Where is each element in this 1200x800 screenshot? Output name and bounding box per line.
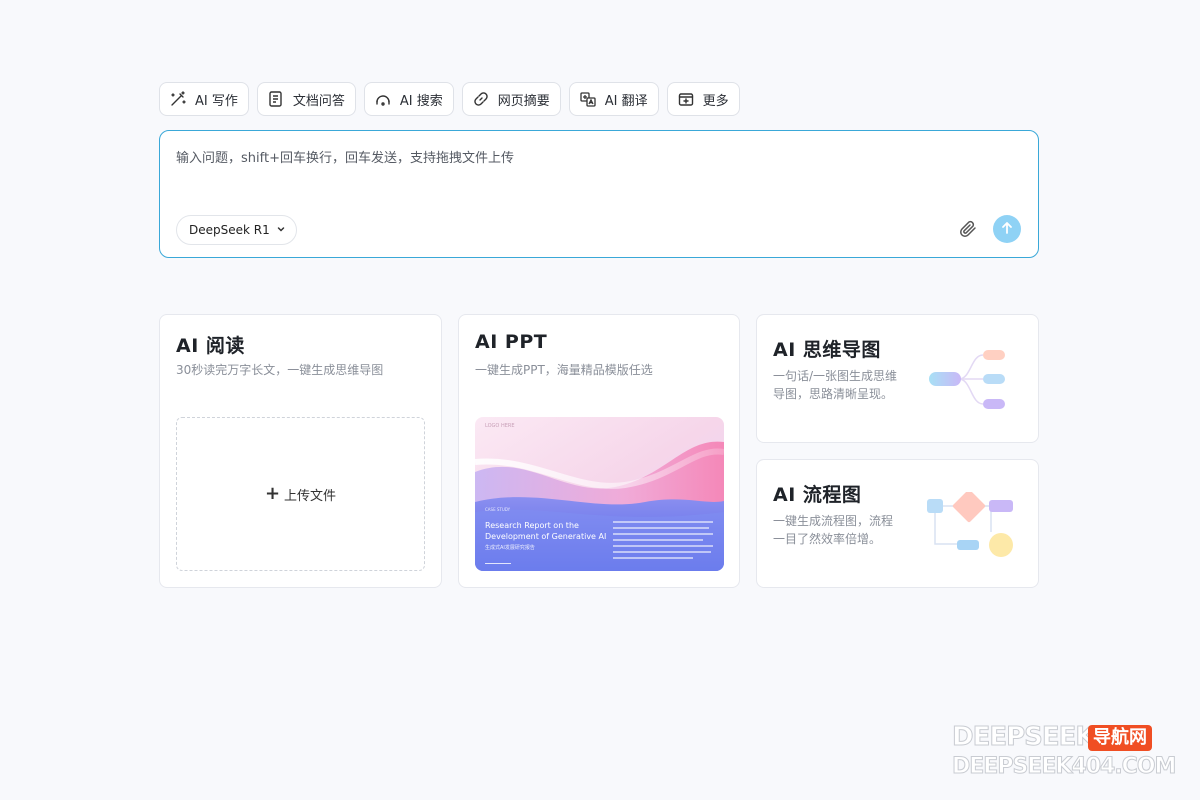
watermark: DEEPSEEK 导航网 DEEPSEEK404.COM: [951, 722, 1182, 782]
ai-translate-label: AI 翻译: [604, 93, 648, 109]
ai-mindmap-desc: 一句话/一张图生成思维导图，思路清晰呈现。: [773, 369, 898, 401]
upload-area[interactable]: + 上传文件: [176, 417, 425, 571]
ppt-preview-sub: CASE STUDY: [485, 507, 511, 512]
ai-writing-label: AI 写作: [195, 93, 238, 109]
send-button[interactable]: [993, 215, 1021, 243]
ai-ppt-card[interactable]: AI PPT 一键生成PPT，海量精品模版任选 LOGO HERE CASE S…: [458, 314, 740, 588]
ai-flowchart-desc: 一键生成流程图，流程一目了然效率倍增。: [773, 514, 894, 546]
ai-writing-button[interactable]: AI 写作: [159, 82, 249, 116]
ai-translate-button[interactable]: AI 翻译: [568, 82, 659, 116]
ai-search-label: AI 搜索: [399, 93, 443, 109]
attach-button[interactable]: [956, 217, 980, 241]
mindmap-illustration: [929, 350, 1005, 409]
ai-flowchart-title: AI 流程图: [773, 484, 862, 506]
link-icon: [472, 90, 490, 108]
chat-input-box: DeepSeek R1: [159, 130, 1039, 258]
ai-search-button[interactable]: AI 搜索: [363, 82, 454, 116]
plus-icon: +: [264, 483, 281, 504]
ppt-preview-tag: LOGO HERE: [485, 423, 515, 429]
ai-reading-title: AI 阅读: [176, 335, 245, 357]
model-select-label: DeepSeek R1: [189, 223, 270, 237]
magic-wand-icon: [169, 90, 187, 108]
tool-toolbar: AI 写作 文档问答 AI 搜索 网页摘要 AI 翻译 更多: [159, 82, 740, 116]
model-select[interactable]: DeepSeek R1: [176, 215, 297, 245]
web-summary-label: 网页摘要: [497, 93, 550, 109]
web-summary-button[interactable]: 网页摘要: [461, 82, 561, 116]
chat-input[interactable]: [176, 147, 1016, 207]
ai-reading-desc: 30秒读完万字长文，一键生成思维导图: [176, 363, 384, 377]
doc-qa-button[interactable]: 文档问答: [256, 82, 356, 116]
ai-mindmap-title: AI 思维导图: [773, 339, 881, 361]
paperclip-icon: [956, 220, 980, 245]
more-button[interactable]: 更多: [666, 82, 740, 116]
search-icon: [374, 90, 392, 108]
ai-mindmap-card[interactable]: AI 思维导图 一句话/一张图生成思维导图，思路清晰呈现。: [756, 314, 1039, 443]
ai-ppt-title: AI PPT: [475, 331, 548, 353]
arrow-up-icon: [1000, 220, 1014, 239]
more-icon: [677, 90, 695, 108]
chevron-down-icon: [276, 223, 286, 237]
ppt-preview-cn: 生成式AI发展研究报告: [485, 545, 535, 551]
document-icon: [267, 90, 285, 108]
ppt-preview-heading: Research Report on the Development of Ge…: [485, 521, 607, 541]
watermark-line1: DEEPSEEK: [952, 722, 1097, 753]
ppt-preview-image: LOGO HERE CASE STUDY Research Report on …: [475, 417, 724, 571]
more-label: 更多: [702, 93, 729, 109]
watermark-badge: 导航网: [1088, 725, 1152, 751]
doc-qa-label: 文档问答: [292, 93, 345, 109]
ai-flowchart-card[interactable]: AI 流程图 一键生成流程图，流程一目了然效率倍增。: [756, 459, 1039, 588]
ai-reading-card[interactable]: AI 阅读 30秒读完万字长文，一键生成思维导图 + 上传文件: [159, 314, 442, 588]
ai-ppt-desc: 一键生成PPT，海量精品模版任选: [475, 363, 653, 377]
flowchart-illustration: [927, 492, 1013, 557]
upload-label: 上传文件: [284, 488, 337, 504]
translate-icon: [579, 90, 597, 108]
watermark-line2: DEEPSEEK404.COM: [951, 754, 1176, 780]
